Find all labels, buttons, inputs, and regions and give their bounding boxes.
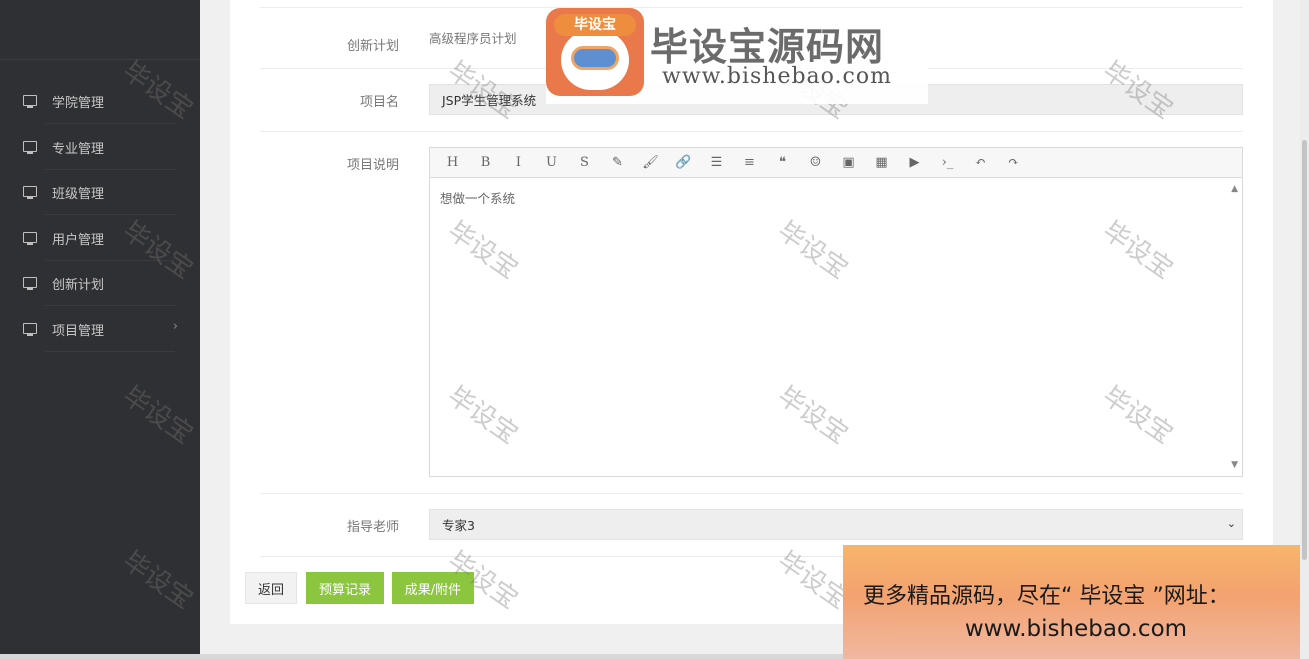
image-icon[interactable]: ▣	[832, 148, 865, 178]
project-name-value: JSP学生管理系统	[442, 93, 537, 108]
underline-icon[interactable]: U	[535, 148, 568, 178]
results-attachments-button[interactable]: 成果/附件	[392, 572, 474, 604]
teacher-selected-value: 专家3	[442, 518, 475, 533]
plan-value: 高级程序员计划	[429, 31, 517, 46]
divider	[45, 123, 175, 124]
sidebar-item-label: 项目管理	[52, 324, 105, 339]
sidebar-item-label: 专业管理	[52, 142, 105, 157]
sidebar-item-label: 学院管理	[52, 96, 105, 111]
sidebar-item[interactable]: 专业管理	[0, 125, 200, 170]
divider	[45, 351, 175, 352]
editor-content[interactable]: 想做一个系统	[440, 188, 515, 207]
divider	[45, 305, 175, 306]
bold-icon[interactable]: B	[469, 148, 502, 178]
video-icon[interactable]: ▶	[898, 148, 931, 178]
promo-line1: 更多精品源码，尽在“ 毕设宝 ”网址：	[863, 584, 1230, 609]
table-icon[interactable]: ▦	[865, 148, 898, 178]
monitor-icon	[23, 232, 37, 245]
strikethrough-icon[interactable]: S	[568, 148, 601, 178]
logo-badge: 毕设宝	[554, 14, 636, 36]
monitor-icon	[23, 95, 37, 108]
divider	[260, 131, 1243, 132]
undo-icon[interactable]: ↶	[964, 148, 997, 178]
project-name-label: 项目名	[359, 95, 399, 110]
bottom-strip	[0, 654, 843, 659]
plan-label: 创新计划	[346, 39, 399, 54]
budget-records-button[interactable]: 预算记录	[306, 572, 384, 604]
italic-icon[interactable]: I	[502, 148, 535, 178]
heading-icon[interactable]: H	[436, 148, 469, 178]
emoji-icon[interactable]: ☺	[799, 148, 832, 178]
scroll-up-icon[interactable]: ▲	[1231, 184, 1238, 194]
link-icon[interactable]: 🔗	[667, 148, 700, 178]
sidebar-item[interactable]: 学院管理	[0, 79, 200, 124]
promo-url[interactable]: www.bishebao.com	[843, 616, 1309, 642]
monitor-icon	[23, 186, 37, 199]
pencil-icon[interactable]: ✎	[601, 148, 634, 178]
brush-icon[interactable]: 🖌	[634, 148, 667, 178]
teacher-select[interactable]: 专家3 ⌄	[429, 509, 1243, 540]
logo-mark-icon: 毕设宝	[546, 8, 644, 96]
site-logo: 毕设宝 毕设宝源码网 www.bishebao.com	[546, 8, 928, 104]
divider	[45, 214, 175, 215]
monitor-icon	[23, 277, 37, 290]
sidebar-item[interactable]: 用户管理	[0, 216, 200, 261]
logo-url: www.bishebao.com	[662, 64, 892, 89]
sidebar-item-label: 创新计划	[52, 278, 105, 293]
back-button[interactable]: 返回	[245, 572, 297, 604]
list-icon[interactable]: ☰	[700, 148, 733, 178]
page-scrollbar[interactable]	[1300, 0, 1309, 659]
monitor-icon	[23, 323, 37, 336]
sidebar-item-label: 用户管理	[52, 233, 105, 248]
chevron-down-icon: ⌄	[1226, 517, 1236, 530]
teacher-label: 指导老师	[346, 520, 399, 535]
scroll-down-icon[interactable]: ▼	[1231, 460, 1238, 470]
scrollbar-thumb[interactable]	[1302, 140, 1307, 560]
sidebar-header	[0, 0, 200, 60]
rich-text-editor[interactable]: H B I U S ✎ 🖌 🔗 ☰ ≡ ❝ ☺ ▣ ▦ ▶ ›_ ↶ ↷ 想做一个系统 ▲ ▼	[429, 147, 1243, 477]
sidebar-item[interactable]: 班级管理	[0, 170, 200, 215]
logo-eye	[571, 46, 619, 70]
sidebar-item-label: 班级管理	[52, 187, 105, 202]
sidebar-item[interactable]: 项目管理 ›	[0, 307, 200, 352]
project-desc-label: 项目说明	[346, 158, 399, 173]
chevron-right-icon: ›	[172, 319, 178, 334]
promo-banner: 更多精品源码，尽在“ 毕设宝 ”网址： www.bishebao.com	[843, 545, 1309, 659]
sidebar-item[interactable]: 创新计划	[0, 261, 200, 306]
monitor-icon	[23, 141, 37, 154]
code-icon[interactable]: ›_	[931, 148, 964, 178]
quote-icon[interactable]: ❝	[766, 148, 799, 178]
divider	[260, 493, 1243, 494]
redo-icon[interactable]: ↷	[997, 148, 1030, 178]
logo-title: 毕设宝源码网	[650, 25, 885, 69]
editor-toolbar: H B I U S ✎ 🖌 🔗 ☰ ≡ ❝ ☺ ▣ ▦ ▶ ›_ ↶ ↷	[430, 148, 1242, 178]
align-icon[interactable]: ≡	[733, 148, 766, 178]
sidebar: 学院管理专业管理班级管理用户管理创新计划项目管理 ›	[0, 0, 200, 654]
